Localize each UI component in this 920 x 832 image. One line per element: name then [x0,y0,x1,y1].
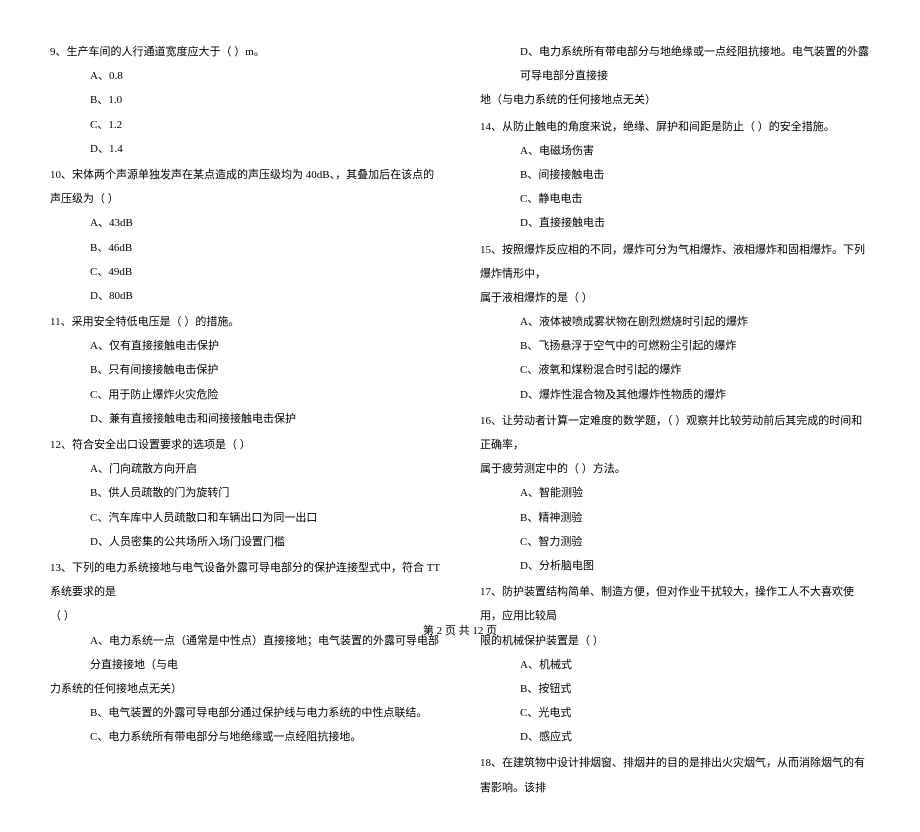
q15-option-a: A、液体被喷成雾状物在剧烈燃烧时引起的爆炸 [480,310,870,334]
q11-option-a: A、仅有直接接触电击保护 [50,334,440,358]
q17-option-b: B、按钮式 [480,677,870,701]
q15-option-b: B、飞扬悬浮于空气中的可燃粉尘引起的爆炸 [480,334,870,358]
q17-option-d: D、感应式 [480,725,870,749]
q9-option-b: B、1.0 [50,88,440,112]
question-15: 15、按照爆炸反应相的不同，爆炸可分为气相爆炸、液相爆炸和固相爆炸。下列爆炸情形… [480,238,870,407]
q15-text: 15、按照爆炸反应相的不同，爆炸可分为气相爆炸、液相爆炸和固相爆炸。下列爆炸情形… [480,238,870,286]
q9-option-d: D、1.4 [50,137,440,161]
q14-text: 14、从防止触电的角度来说，绝缘、屏护和间距是防止（ ）的安全措施。 [480,115,870,139]
question-18: 18、在建筑物中设计排烟窗、排烟井的目的是排出火灾烟气，从而消除烟气的有害影响。… [480,751,870,799]
q15-cont: 属于液相爆炸的是（ ） [480,286,870,310]
q16-option-a: A、智能测验 [480,481,870,505]
q14-option-d: D、直接接触电击 [480,211,870,235]
q10-option-b: B、46dB [50,236,440,260]
q13-option-d: D、电力系统所有带电部分与地绝缘或一点经阻抗接地。电气装置的外露可导电部分直接接 [480,40,870,88]
q18-text: 18、在建筑物中设计排烟窗、排烟井的目的是排出火灾烟气，从而消除烟气的有害影响。… [480,751,870,799]
q15-option-c: C、液氧和煤粉混合时引起的爆炸 [480,358,870,382]
q17-option-a: A、机械式 [480,653,870,677]
q11-text: 11、采用安全特低电压是（ ）的措施。 [50,310,440,334]
q14-option-b: B、间接接触电击 [480,163,870,187]
q10-option-a: A、43dB [50,211,440,235]
q12-option-d: D、人员密集的公共场所入场门设置门槛 [50,530,440,554]
q14-option-c: C、静电电击 [480,187,870,211]
q10-text: 10、宋体两个声源单独发声在某点造成的声压级均为 40dB、，其叠加后在该点的声… [50,163,440,211]
q10-option-c: C、49dB [50,260,440,284]
question-11: 11、采用安全特低电压是（ ）的措施。 A、仅有直接接触电击保护 B、只有间接接… [50,310,440,431]
q13-text: 13、下列的电力系统接地与电气设备外露可导电部分的保护连接型式中，符合 TT 系… [50,556,440,604]
q13-option-d2: 地（与电力系统的任何接地点无关） [480,88,870,112]
q16-option-d: D、分析脑电图 [480,554,870,578]
question-10: 10、宋体两个声源单独发声在某点造成的声压级均为 40dB、，其叠加后在该点的声… [50,163,440,308]
question-13d: D、电力系统所有带电部分与地绝缘或一点经阻抗接地。电气装置的外露可导电部分直接接… [480,40,870,113]
question-16: 16、让劳动者计算一定难度的数学题，（ ）观察并比较劳动前后其完成的时间和正确率… [480,409,870,578]
q17-option-c: C、光电式 [480,701,870,725]
q13-option-a2: 力系统的任何接地点无关） [50,677,440,701]
q9-option-a: A、0.8 [50,64,440,88]
right-column: D、电力系统所有带电部分与地绝缘或一点经阻抗接地。电气装置的外露可导电部分直接接… [480,40,870,802]
q11-option-d: D、兼有直接接触电击和间接接触电击保护 [50,407,440,431]
q9-option-c: C、1.2 [50,113,440,137]
question-12: 12、符合安全出口设置要求的选项是（ ） A、门向疏散方向开启 B、供人员疏散的… [50,433,440,554]
page-content: 9、生产车间的人行通道宽度应大于（ ）m。 A、0.8 B、1.0 C、1.2 … [0,0,920,832]
q12-option-a: A、门向疏散方向开启 [50,457,440,481]
q13-option-c: C、电力系统所有带电部分与地绝缘或一点经阻抗接地。 [50,725,440,749]
question-17: 17、防护装置结构简单、制造方便，但对作业干扰较大，操作工人不大喜欢使用，应用比… [480,580,870,749]
page-footer: 第 2 页 共 12 页 [0,622,920,638]
q12-text: 12、符合安全出口设置要求的选项是（ ） [50,433,440,457]
question-9: 9、生产车间的人行通道宽度应大于（ ）m。 A、0.8 B、1.0 C、1.2 … [50,40,440,161]
q16-option-c: C、智力测验 [480,530,870,554]
q13-option-b: B、电气装置的外露可导电部分通过保护线与电力系统的中性点联结。 [50,701,440,725]
left-column: 9、生产车间的人行通道宽度应大于（ ）m。 A、0.8 B、1.0 C、1.2 … [50,40,440,802]
q12-option-c: C、汽车库中人员疏散口和车辆出口为同一出口 [50,506,440,530]
q16-cont: 属于疲劳测定中的（ ）方法。 [480,457,870,481]
q15-option-d: D、爆炸性混合物及其他爆炸性物质的爆炸 [480,383,870,407]
q9-text: 9、生产车间的人行通道宽度应大于（ ）m。 [50,40,440,64]
q14-option-a: A、电磁场伤害 [480,139,870,163]
q11-option-b: B、只有间接接触电击保护 [50,358,440,382]
q16-option-b: B、精神测验 [480,506,870,530]
q11-option-c: C、用于防止爆炸火灾危险 [50,383,440,407]
q10-option-d: D、80dB [50,284,440,308]
q12-option-b: B、供人员疏散的门为旋转门 [50,481,440,505]
q16-text: 16、让劳动者计算一定难度的数学题，（ ）观察并比较劳动前后其完成的时间和正确率… [480,409,870,457]
question-14: 14、从防止触电的角度来说，绝缘、屏护和间距是防止（ ）的安全措施。 A、电磁场… [480,115,870,236]
question-13: 13、下列的电力系统接地与电气设备外露可导电部分的保护连接型式中，符合 TT 系… [50,556,440,750]
